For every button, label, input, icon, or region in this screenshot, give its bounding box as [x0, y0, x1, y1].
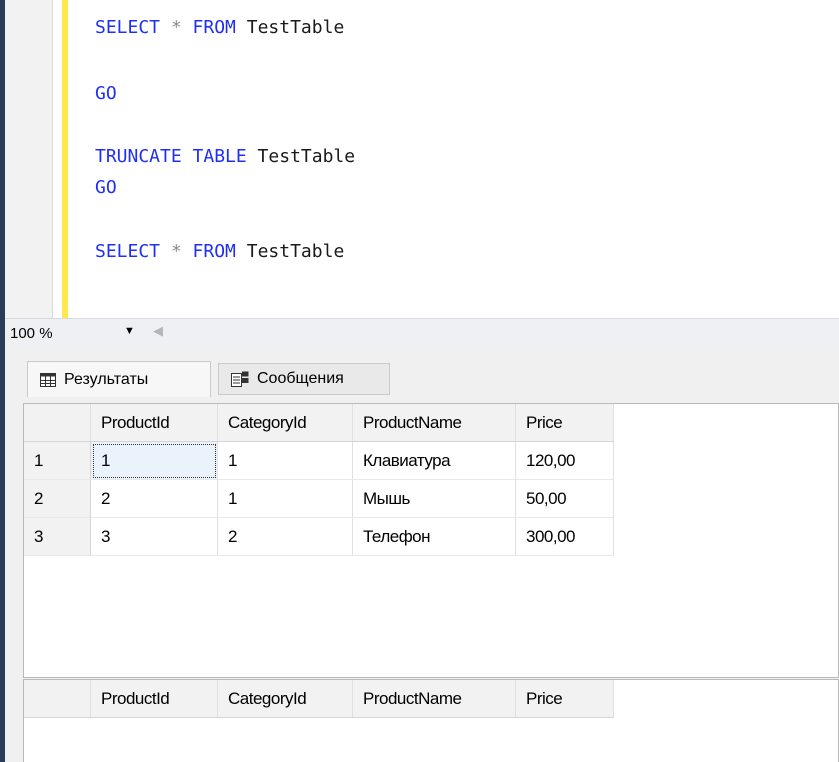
table-cell[interactable]: 120,00: [515, 441, 614, 480]
table-header-row: ProductId CategoryId ProductName Price: [24, 680, 614, 718]
editor-gutter: [5, 0, 52, 318]
scroll-left-arrow-icon[interactable]: ◀: [153, 323, 163, 339]
keyword: GO: [95, 177, 117, 198]
keyword: GO: [95, 83, 117, 104]
table-cell[interactable]: 1: [217, 441, 353, 480]
table-row[interactable]: 1 1 1 Клавиатура 120,00: [24, 441, 614, 480]
column-header[interactable]: CategoryId: [217, 404, 353, 442]
zoom-dropdown[interactable]: 100 % ▼: [7, 322, 145, 344]
table-cell[interactable]: 3: [90, 517, 218, 556]
table-cell[interactable]: 2: [217, 517, 353, 556]
table-cell[interactable]: 50,00: [515, 479, 614, 518]
column-header[interactable]: ProductName: [352, 404, 516, 442]
result-table-1: ProductId CategoryId ProductName Price 1…: [24, 404, 614, 556]
keyword: FROM: [192, 17, 236, 38]
table-cell[interactable]: Клавиатура: [352, 441, 516, 480]
code-line-8[interactable]: SELECT * FROM TestTable: [95, 241, 344, 262]
chevron-down-icon[interactable]: ▼: [124, 325, 135, 337]
operator: *: [160, 17, 193, 38]
table-cell[interactable]: 1: [90, 441, 218, 480]
code-line-3[interactable]: GO: [95, 83, 117, 104]
gutter-divider: [52, 0, 53, 318]
keyword: TRUNCATE TABLE: [95, 146, 247, 167]
keyword: SELECT: [95, 241, 161, 262]
grid-corner[interactable]: [24, 404, 91, 442]
code-line-6[interactable]: GO: [95, 177, 117, 198]
code-line-1[interactable]: SELECT * FROM TestTable: [95, 17, 344, 38]
result-grid-1[interactable]: ProductId CategoryId ProductName Price 1…: [23, 403, 839, 678]
operator: *: [160, 241, 193, 262]
row-number[interactable]: 3: [24, 517, 91, 556]
change-tracking-bar: [62, 0, 68, 318]
code-line-5[interactable]: TRUNCATE TABLE TestTable: [95, 146, 355, 167]
identifier: TestTable: [235, 17, 345, 38]
column-header[interactable]: Price: [515, 404, 614, 442]
row-number[interactable]: 1: [24, 441, 91, 480]
keyword: FROM: [192, 241, 236, 262]
table-cell[interactable]: 300,00: [515, 517, 614, 556]
tab-results-label: Результаты: [64, 370, 149, 388]
table-cell[interactable]: 2: [90, 479, 218, 518]
identifier: TestTable: [246, 146, 356, 167]
column-header[interactable]: ProductId: [90, 404, 218, 442]
table-header-row: ProductId CategoryId ProductName Price: [24, 404, 614, 442]
column-header[interactable]: ProductName: [352, 680, 516, 718]
table-row[interactable]: 2 2 1 Мышь 50,00: [24, 479, 614, 518]
identifier: TestTable: [235, 241, 345, 262]
column-header[interactable]: Price: [515, 680, 614, 718]
table-row[interactable]: 3 3 2 Телефон 300,00: [24, 517, 614, 556]
zoom-value: 100 %: [10, 325, 53, 342]
messages-icon: [231, 371, 249, 387]
table-cell[interactable]: Телефон: [352, 517, 516, 556]
tab-messages-label: Сообщения: [257, 370, 344, 387]
table-cell[interactable]: 1: [217, 479, 353, 518]
keyword: SELECT: [95, 17, 161, 38]
row-number[interactable]: 2: [24, 479, 91, 518]
tab-messages[interactable]: Сообщения: [218, 363, 390, 395]
grid-corner[interactable]: [24, 680, 91, 718]
results-panel: Результаты Сообщения ProductId CategoryI…: [5, 349, 839, 762]
query-editor[interactable]: SELECT * FROM TestTable GO TRUNCATE TABL…: [5, 0, 839, 318]
result-grid-2[interactable]: ProductId CategoryId ProductName Price: [23, 679, 839, 762]
editor-status-strip: 100 % ▼ ◀: [5, 318, 839, 349]
column-header[interactable]: ProductId: [90, 680, 218, 718]
column-header[interactable]: CategoryId: [217, 680, 353, 718]
result-table-2: ProductId CategoryId ProductName Price: [24, 680, 614, 718]
grid-icon: [40, 372, 56, 387]
table-cell[interactable]: Мышь: [352, 479, 516, 518]
tab-results[interactable]: Результаты: [27, 361, 211, 397]
